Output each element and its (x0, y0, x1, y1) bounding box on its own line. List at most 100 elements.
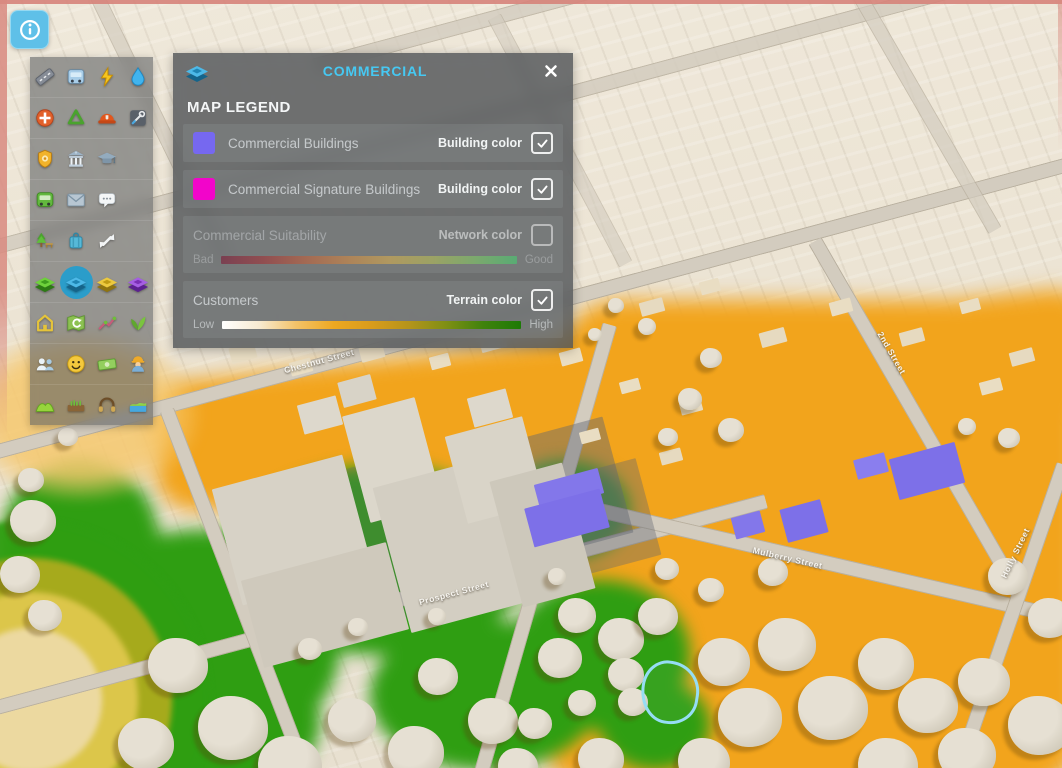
sidebar-row (30, 139, 153, 180)
infoview-statistics-button[interactable] (92, 308, 122, 338)
administration-icon (65, 148, 87, 170)
infoview-noise-pollution-button[interactable] (92, 390, 122, 420)
legend-label: Commercial Buildings (228, 136, 438, 151)
mode-label: Building color (438, 182, 522, 196)
map-tree (718, 418, 744, 442)
map-tree (698, 578, 724, 602)
infoview-population-button[interactable] (30, 349, 60, 379)
map-tree (518, 708, 552, 739)
map-tree (118, 718, 174, 768)
map-tree (28, 600, 62, 631)
infoview-routes-button[interactable] (92, 226, 122, 256)
noise-pollution-icon (96, 394, 118, 416)
map-tree (538, 638, 582, 678)
network-color-checkbox[interactable] (531, 224, 553, 246)
info-icon (17, 17, 43, 43)
map-tree (958, 418, 976, 435)
infoview-education-button[interactable] (92, 144, 122, 174)
infoview-attractions-button[interactable] (61, 226, 91, 256)
infoview-electricity-button[interactable] (92, 62, 122, 92)
infoview-menu-button[interactable] (10, 10, 49, 49)
map-tree (0, 556, 40, 593)
infoview-transportation-button[interactable] (30, 185, 60, 215)
infoview-zones-button[interactable] (61, 308, 91, 338)
gradient-max-label: Good (525, 254, 553, 266)
infoview-office-zone-button[interactable] (123, 267, 153, 297)
map-tree (348, 618, 368, 636)
infoview-maintenance-button[interactable] (123, 103, 153, 133)
map-tree (958, 658, 1010, 706)
close-button[interactable] (541, 61, 561, 81)
legend-label: Commercial Suitability (193, 228, 439, 243)
commercial-zone-icon (65, 271, 87, 293)
infoview-commercial-zone-button[interactable] (61, 267, 91, 297)
infoview-police-button[interactable] (30, 144, 60, 174)
infoview-parks-button[interactable] (30, 226, 60, 256)
terrain-color-checkbox[interactable] (531, 289, 553, 311)
infoview-greenery-button[interactable] (123, 308, 153, 338)
suitability-gradient-bar (221, 256, 516, 264)
map-tree (468, 698, 518, 744)
infoview-water-button[interactable] (123, 62, 153, 92)
infoview-post-button[interactable] (61, 185, 91, 215)
infoview-fire-rescue-button[interactable] (92, 103, 122, 133)
customers-gradient-bar (222, 321, 521, 329)
map-tree (700, 348, 722, 368)
map-tree (298, 638, 322, 660)
public-transport-icon (65, 66, 87, 88)
building-color-checkbox[interactable] (531, 132, 553, 154)
map-tree (658, 428, 678, 446)
infoview-land-value-button[interactable] (30, 308, 60, 338)
infoview-industrial-zone-button[interactable] (92, 267, 122, 297)
map-tree (588, 328, 602, 341)
building-color-checkbox[interactable] (531, 178, 553, 200)
water-pollution-icon (127, 394, 149, 416)
legend-label: Customers (193, 293, 447, 308)
mode-label: Network color (439, 228, 522, 242)
ground-pollution-icon (65, 394, 87, 416)
map-edge-tint (1058, 0, 1062, 150)
transportation-icon (34, 189, 56, 211)
police-icon (34, 148, 56, 170)
infoview-roads-button[interactable] (30, 62, 60, 92)
map-tree (678, 388, 702, 410)
close-icon (542, 62, 560, 80)
map-tree (698, 638, 750, 686)
legend-row-commercial-buildings: Commercial Buildings Building color (183, 124, 563, 162)
infoview-communications-button[interactable] (92, 185, 122, 215)
maintenance-icon (127, 107, 149, 129)
map-tree (18, 468, 44, 492)
population-icon (34, 353, 56, 375)
statistics-icon (96, 312, 118, 334)
infoview-healthcare-button[interactable] (30, 103, 60, 133)
workers-icon (127, 353, 149, 375)
infoview-residential-zone-button[interactable] (30, 267, 60, 297)
map-edge-tint (0, 0, 1062, 4)
infoview-happiness-button[interactable] (61, 349, 91, 379)
map-tree (898, 678, 958, 733)
infoview-garbage-button[interactable] (61, 103, 91, 133)
map-tree (58, 428, 78, 446)
infoview-administration-button[interactable] (61, 144, 91, 174)
commercial-infoview-panel: COMMERCIAL MAP LEGEND Commercial Buildin… (173, 53, 573, 348)
legend-row-customers: Customers Terrain color Low High (183, 281, 563, 338)
industrial-zone-icon (96, 271, 118, 293)
sidebar-row (30, 98, 153, 139)
map-tree (655, 558, 679, 580)
map-tree (148, 638, 208, 693)
communications-icon (96, 189, 118, 211)
map-tree (428, 608, 446, 625)
greenery-icon (127, 312, 149, 334)
infoview-workers-button[interactable] (123, 349, 153, 379)
map-tree (718, 688, 782, 747)
infoview-landfill-button[interactable] (30, 390, 60, 420)
infoview-ground-pollution-button[interactable] (61, 390, 91, 420)
map-tree (598, 618, 644, 660)
mode-label: Terrain color (447, 293, 522, 307)
map-tree (418, 658, 458, 695)
legend-row-commercial-signature-buildings: Commercial Signature Buildings Building … (183, 170, 563, 208)
infoview-public-transport-button[interactable] (61, 62, 91, 92)
happiness-icon (65, 353, 87, 375)
infoview-water-pollution-button[interactable] (123, 390, 153, 420)
infoview-economy-button[interactable] (92, 349, 122, 379)
